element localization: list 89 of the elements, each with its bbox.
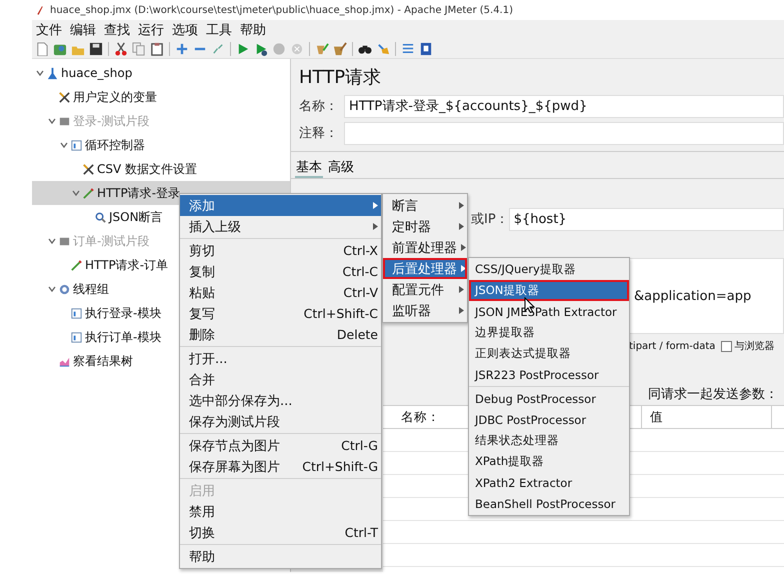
menu-item[interactable]: 复制 Ctrl-C [180,261,381,282]
flask-icon [46,66,59,80]
menu-item[interactable]: 保存节点为图片 Ctrl-G [180,435,381,456]
menu-item[interactable]: 粘贴 Ctrl-V [180,282,381,303]
menu-item[interactable]: JSON提取器 [469,280,629,301]
menu-item[interactable]: 帮助 [180,546,381,567]
paste-icon[interactable] [150,42,164,56]
menu-item[interactable]: 禁用 [180,501,381,522]
menu-item[interactable]: 前置处理器 [383,237,467,258]
server-field[interactable]: ${host} [508,208,784,230]
menu-item[interactable]: 配置元件 [383,279,467,300]
tree-item[interactable]: 用户定义的变量 [32,85,290,109]
menu-item[interactable]: 定时器 [383,216,467,237]
broom-icon[interactable] [376,42,390,56]
menu-item[interactable]: 工具 [205,21,233,39]
menu-item[interactable]: 监听器 [383,300,467,321]
menu-item[interactable]: 选项 [171,21,199,39]
magnifier-icon [94,210,107,224]
controller-icon [70,306,83,320]
comment-field[interactable] [344,122,784,144]
menu-item[interactable]: 编辑 [69,21,97,39]
pipette-icon [70,258,83,272]
template-icon[interactable] [53,42,67,56]
controller-icon [70,330,83,344]
shortcut-text: Ctrl-T [344,525,378,540]
name-field[interactable]: HTTP请求-登录_${accounts}_${pwd} [344,94,784,118]
menu-item[interactable]: CSS/JQuery提取器 [469,259,629,280]
checkbox[interactable] [721,340,732,352]
field-label: 注释： [299,125,338,142]
shortcut-text: Ctrl-X [343,243,378,258]
path-field[interactable]: &application=app [629,258,784,334]
caret-icon[interactable] [36,69,44,77]
caret-icon[interactable] [48,285,56,293]
shortcut-text: Ctrl-G [341,438,378,453]
shortcut-text: Ctrl-V [343,285,378,300]
menu-item[interactable]: 保存屏幕为图片 Ctrl+Shift-G [180,456,381,477]
list-icon[interactable] [401,42,415,56]
section-label: 同请求一起发送参数： [648,386,778,404]
menu-item[interactable]: 边界提取器 [469,322,629,343]
menu-item[interactable]: 保存为测试片段 [180,411,381,432]
shortcut-text: Ctrl-C [342,264,378,279]
menu-item[interactable]: 运行 [137,21,165,39]
menu-item[interactable]: 删除 Delete [180,324,381,345]
play-no-pause-icon[interactable] [254,42,268,56]
menu-item[interactable]: Debug PostProcessor [469,388,629,409]
plus-icon[interactable] [175,42,189,56]
menu-item[interactable]: 帮助 [239,21,267,39]
menu-item[interactable]: 选中部分保存为... [180,390,381,411]
tab[interactable]: 高级 [327,158,355,178]
menu-item[interactable]: JDBC PostProcessor [469,409,629,430]
menu-item[interactable]: XPath2 Extractor [469,472,629,493]
menu-item[interactable]: 断言 [383,195,467,216]
crossed-tools-icon [82,162,95,176]
field-label: 或IP： [471,211,509,228]
menu-item[interactable]: 打开... [180,348,381,369]
tab[interactable]: 基本 [295,158,323,178]
tree-item[interactable]: huace_shop [32,61,290,85]
shortcut-text: Delete [336,327,378,342]
shortcut-text: Ctrl+Shift-C [304,306,378,321]
menu-item[interactable]: BeanShell PostProcessor [469,493,629,514]
cut-icon[interactable] [114,42,128,56]
menu-item[interactable]: 文件 [35,21,63,39]
field-label: 名称： [299,98,338,115]
menu-item[interactable]: 后置处理器 [383,258,467,279]
menu-item[interactable]: 查找 [103,21,131,39]
menu-item[interactable]: 合并 [180,369,381,390]
window-title: huace_shop.jmx (D:\work\course\test\jmeter\public\huace_shop.jmx) - Apache JMeter (5.4.1) [50,4,513,16]
menu-item[interactable]: 复写 Ctrl+Shift-C [180,303,381,324]
column-header: 名称： [401,408,440,426]
play-icon[interactable] [236,42,250,56]
new-file-icon[interactable] [35,42,49,56]
menu-item[interactable]: 正则表达式提取器 [469,343,629,364]
menu-item[interactable]: XPath提取器 [469,451,629,472]
pipette-icon [82,186,95,200]
menu-item[interactable]: 结果状态处理器 [469,430,629,451]
save-icon[interactable] [89,42,103,56]
controller-icon [70,138,83,152]
crossed-tools-icon [58,90,71,104]
menu-item[interactable]: 插入上级 [180,216,381,237]
menu-item[interactable]: JSR223 PostProcessor [469,364,629,385]
encoding-text: tipart / form-data [629,340,716,352]
panel-title: HTTP请求 [299,66,382,89]
column-header: 值 [650,408,663,426]
menu-item[interactable]: 剪切 Ctrl-X [180,240,381,261]
menu-item[interactable]: 切换 Ctrl-T [180,522,381,543]
checkbox-label: 与浏览器 [734,340,774,353]
menu-item[interactable]: 添加 [180,195,381,216]
toggle-icon[interactable] [211,42,225,56]
shortcut-text: Ctrl+Shift-G [302,459,378,474]
